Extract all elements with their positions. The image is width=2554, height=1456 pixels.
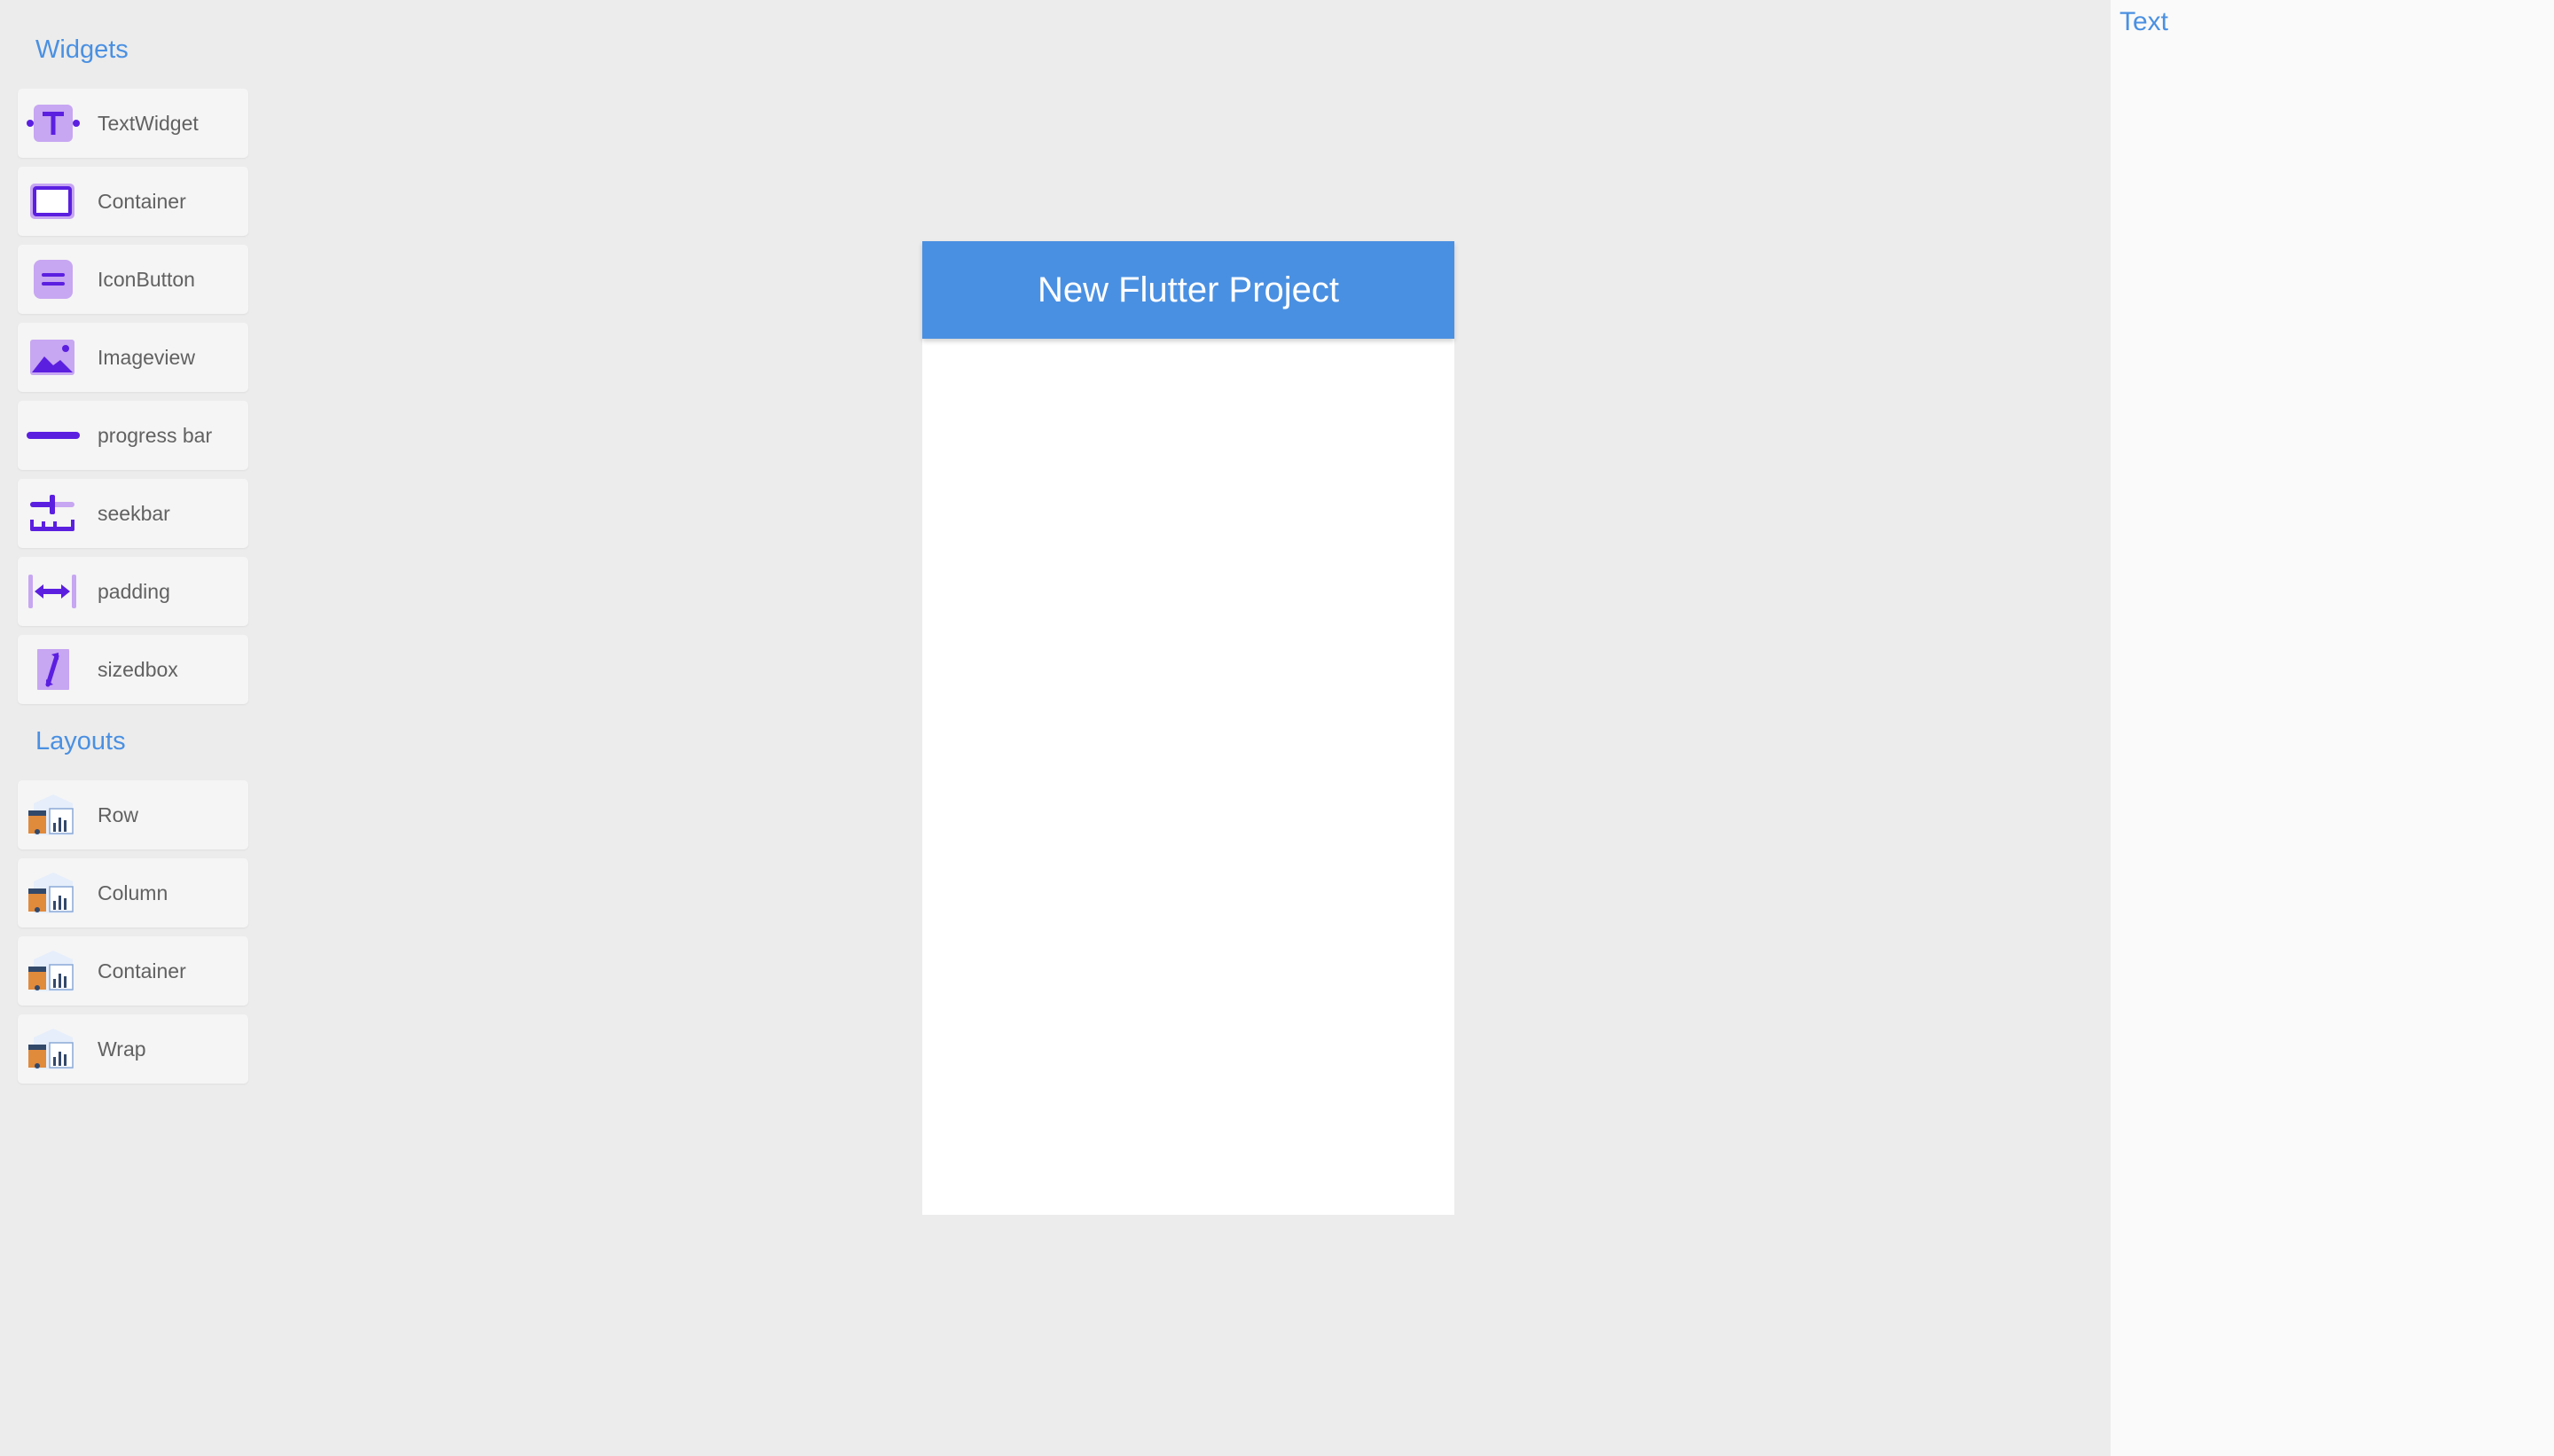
image-icon [27,337,80,378]
layout-icon [27,873,80,913]
padding-icon [27,571,80,612]
palette-item-seekbar[interactable]: seekbar [18,479,248,548]
container-icon [27,181,80,222]
properties-title: Text [2119,7,2169,36]
palette-item-wrap[interactable]: Wrap [18,1014,248,1084]
palette-item-textwidget[interactable]: TextWidget [18,89,248,158]
flutter-builder-app: Widgets TextWidget Container IconButton … [0,0,2554,1456]
app-bar[interactable]: New Flutter Project [922,241,1454,339]
palette-item-label: Container [98,959,186,982]
app-bar-title: New Flutter Project [1037,270,1340,309]
layout-icon [27,951,80,991]
palette-item-label: progress bar [98,424,213,447]
palette-item-iconbutton[interactable]: IconButton [18,245,248,314]
palette-item-label: IconButton [98,268,195,291]
layout-icon [27,795,80,835]
palette-item-container[interactable]: Container [18,167,248,236]
palette-item-label: Imageview [98,346,195,369]
progress-bar-icon [27,415,80,456]
layout-icon [27,1029,80,1069]
palette-item-sizedbox[interactable]: sizedbox [18,635,248,704]
palette-item-label: sizedbox [98,658,178,681]
palette-item-label: padding [98,580,170,603]
palette-item-label: Container [98,190,186,213]
layouts-section-title: Layouts [35,727,126,755]
icon-button-icon [27,259,80,300]
palette-item-label: Row [98,803,139,826]
palette-item-padding[interactable]: padding [18,557,248,626]
properties-panel: Text [2111,0,2554,1456]
palette-item-label: seekbar [98,502,170,525]
palette-item-label: Column [98,881,168,904]
widget-palette: Widgets TextWidget Container IconButton … [0,0,266,1456]
palette-item-label: TextWidget [98,112,199,135]
palette-item-progress-bar[interactable]: progress bar [18,401,248,470]
palette-item-label: Wrap [98,1037,146,1061]
phone-preview-canvas[interactable]: New Flutter Project [922,241,1454,1215]
seekbar-icon [27,493,80,534]
palette-item-imageview[interactable]: Imageview [18,323,248,392]
palette-item-row[interactable]: Row [18,780,248,849]
widgets-section-title: Widgets [35,35,129,64]
palette-item-layout-container[interactable]: Container [18,936,248,1006]
text-widget-icon [27,103,80,144]
sizedbox-icon [27,646,80,693]
palette-item-column[interactable]: Column [18,858,248,928]
